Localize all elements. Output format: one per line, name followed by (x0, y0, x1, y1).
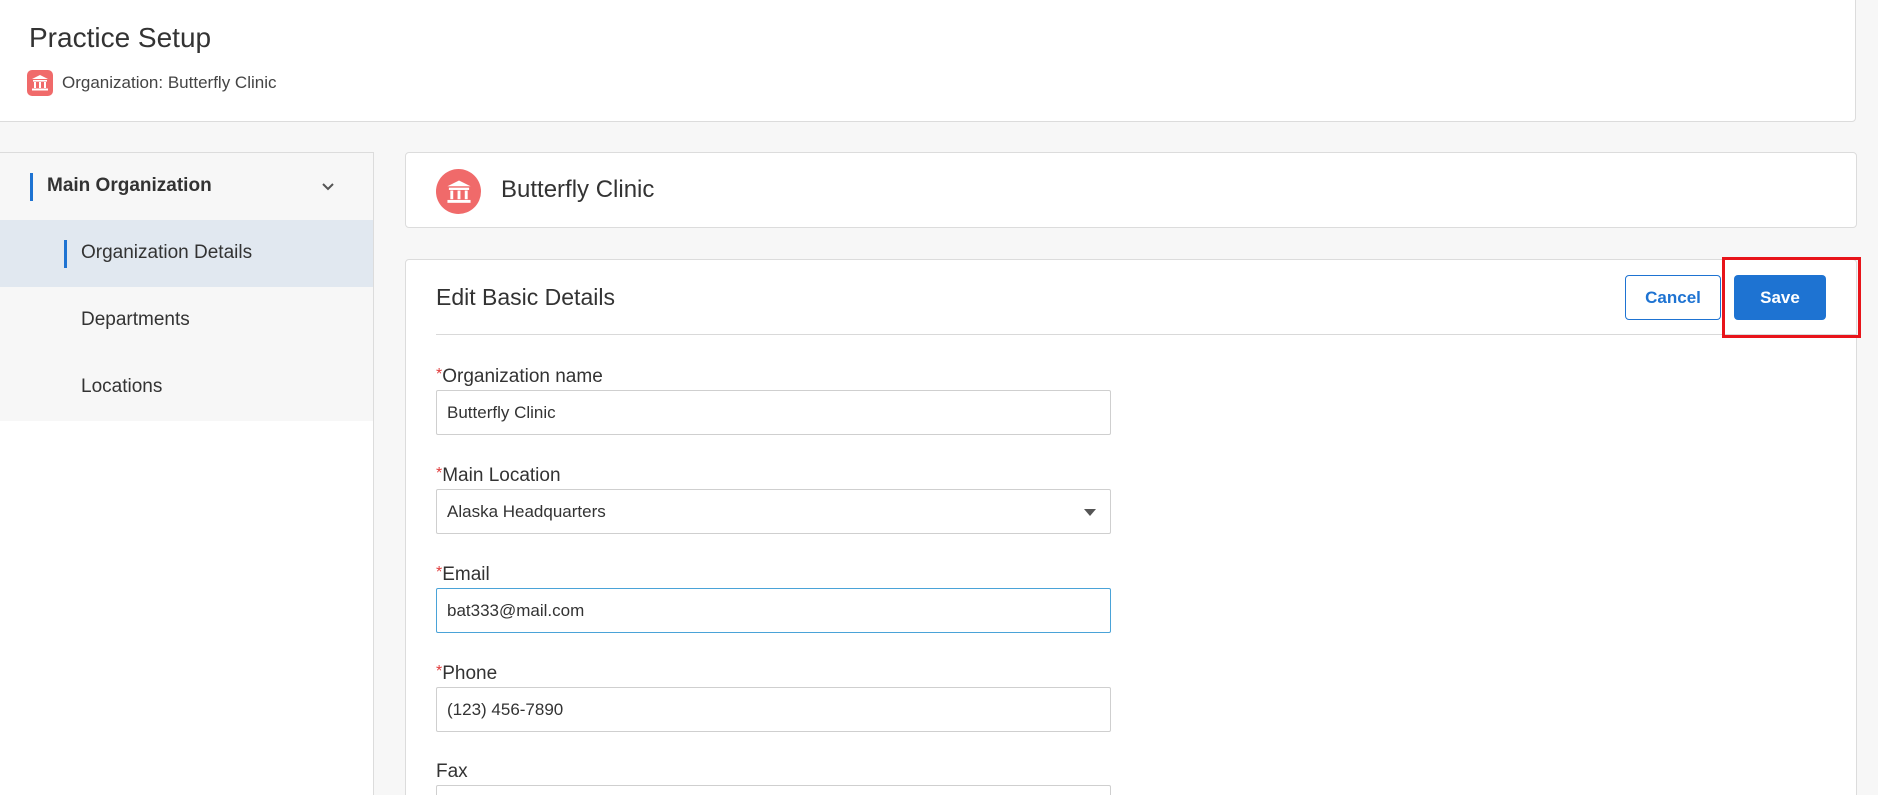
bank-icon (436, 169, 481, 214)
dropdown-caret-icon (1084, 509, 1096, 516)
practice-setup-page: Practice Setup Organization: Butterfly C… (0, 0, 1878, 795)
phone-field[interactable] (436, 687, 1111, 732)
sidebar-item-label: Departments (81, 309, 190, 330)
save-button[interactable]: Save (1734, 275, 1826, 320)
sidebar-active-bar (64, 240, 67, 268)
section-title: Edit Basic Details (436, 284, 615, 310)
cancel-button[interactable]: Cancel (1625, 275, 1721, 320)
field-label-text: Organization name (442, 366, 603, 387)
organization-label: Organization: Butterfly Clinic (62, 73, 277, 92)
clinic-name: Butterfly Clinic (501, 176, 655, 203)
main-location-label: *Main Location (436, 465, 561, 487)
email-field[interactable] (436, 588, 1111, 633)
sidebar-item-main-organization[interactable]: Main Organization (0, 153, 373, 220)
organization-name-input[interactable] (436, 390, 1111, 435)
fax-field[interactable] (436, 785, 1111, 795)
bank-icon (27, 70, 53, 96)
phone-label: *Phone (436, 663, 497, 685)
page-header: Practice Setup Organization: Butterfly C… (0, 0, 1856, 122)
email-label: *Email (436, 564, 490, 586)
fax-label: Fax (436, 761, 468, 783)
clinic-banner: Butterfly Clinic (405, 152, 1857, 228)
field-label-text: Phone (442, 663, 498, 684)
sidebar-item-label: Main Organization (47, 175, 212, 196)
field-label-text: Email (442, 564, 490, 585)
org-name-label: *Organization name (436, 366, 603, 388)
field-label-text: Fax (436, 761, 468, 782)
main-location-select[interactable]: Alaska Headquarters (436, 489, 1111, 534)
sidebar-item-locations[interactable]: Locations (0, 354, 373, 421)
sidebar-item-organization-details[interactable]: Organization Details (0, 220, 373, 287)
divider (436, 334, 1856, 335)
field-label-text: Main Location (442, 465, 561, 486)
organization-indicator: Organization: Butterfly Clinic (27, 70, 276, 96)
main-location-value: Alaska Headquarters (447, 502, 606, 521)
sidebar-item-departments[interactable]: Departments (0, 287, 373, 354)
chevron-down-icon[interactable] (321, 179, 335, 197)
sidebar: Main Organization Organization Details D… (0, 152, 374, 795)
sidebar-active-bar (30, 173, 33, 201)
sidebar-item-label: Locations (81, 376, 163, 397)
sidebar-item-label: Organization Details (81, 242, 253, 263)
page-title: Practice Setup (29, 22, 212, 53)
edit-basic-details-panel: Edit Basic Details Cancel Save *Organiza… (405, 259, 1857, 795)
